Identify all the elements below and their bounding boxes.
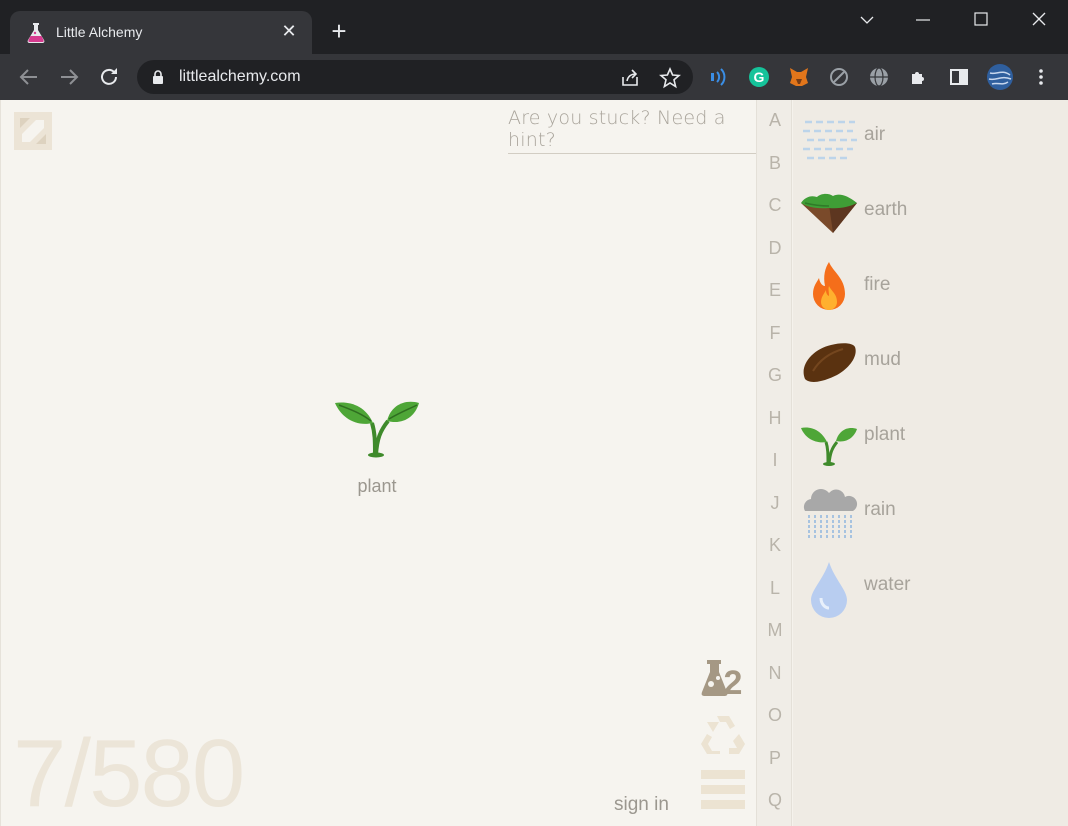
kebab-menu-icon[interactable] bbox=[1029, 65, 1053, 89]
alphabet-letter[interactable]: C bbox=[757, 195, 793, 216]
alphabet-letter[interactable]: N bbox=[757, 663, 793, 684]
plant-icon bbox=[335, 401, 419, 458]
alphabet-letter[interactable]: B bbox=[757, 153, 793, 174]
maximize-icon[interactable] bbox=[966, 8, 996, 32]
library-item-rain[interactable]: rain bbox=[799, 483, 1059, 553]
alphabet-letter[interactable]: I bbox=[757, 450, 793, 471]
air-icon bbox=[803, 120, 857, 160]
tab-close-icon[interactable]: ✕ bbox=[278, 20, 300, 42]
alphabet-letter[interactable]: E bbox=[757, 280, 793, 301]
address-bar[interactable]: littlealchemy.com bbox=[137, 60, 693, 94]
alphabet-letter[interactable]: D bbox=[757, 238, 793, 259]
svg-text:2: 2 bbox=[724, 664, 743, 702]
alphabet-letter[interactable]: A bbox=[757, 110, 793, 131]
side-panel-icon[interactable] bbox=[947, 65, 971, 89]
bookmark-star-icon[interactable] bbox=[659, 67, 681, 89]
hamburger-menu-icon[interactable] bbox=[699, 766, 747, 814]
library-item-label: water bbox=[864, 574, 911, 595]
element-library[interactable]: air earth fire mud plant rain water bbox=[793, 100, 1068, 826]
browser-tab[interactable]: Little Alchemy ✕ bbox=[10, 11, 312, 54]
library-item-plant[interactable]: plant bbox=[799, 408, 1059, 478]
forward-arrow-icon[interactable] bbox=[54, 62, 84, 92]
library-item-air[interactable]: air bbox=[799, 108, 1059, 178]
tab-title: Little Alchemy bbox=[56, 24, 143, 40]
alphabet-letter[interactable]: O bbox=[757, 705, 793, 726]
earth-icon bbox=[801, 193, 857, 233]
alphabet-index: A B C D E F G H I J K L M N O P Q bbox=[756, 100, 792, 826]
little-alchemy-2-icon[interactable]: 2 bbox=[699, 654, 747, 702]
profile-avatar[interactable] bbox=[986, 63, 1014, 91]
clear-workspace-icon[interactable] bbox=[14, 112, 52, 150]
plant-icon bbox=[801, 427, 857, 466]
alphabet-letter[interactable]: G bbox=[757, 365, 793, 386]
library-item-label: earth bbox=[864, 199, 908, 220]
recycle-icon[interactable] bbox=[699, 710, 747, 758]
little-alchemy-page: Are you stuck? Need a hint? plant 7/580 … bbox=[0, 100, 1068, 826]
lock-icon[interactable] bbox=[151, 69, 165, 85]
library-item-label: plant bbox=[864, 424, 906, 445]
browser-toolbar: littlealchemy.com G bbox=[0, 54, 1068, 100]
share-icon[interactable] bbox=[619, 67, 641, 89]
discovery-counter: 7/580 bbox=[13, 720, 245, 826]
workspace-element-plant[interactable]: plant bbox=[331, 383, 423, 497]
workspace[interactable]: Are you stuck? Need a hint? plant 7/580 … bbox=[0, 100, 756, 826]
alphabet-letter[interactable]: K bbox=[757, 535, 793, 556]
globe-extension-icon[interactable] bbox=[867, 65, 891, 89]
library-item-label: fire bbox=[864, 274, 891, 295]
library-item-mud[interactable]: mud bbox=[799, 333, 1059, 403]
read-aloud-extension-icon[interactable] bbox=[706, 65, 730, 89]
svg-text:G: G bbox=[754, 69, 765, 85]
workspace-element-label: plant bbox=[357, 476, 397, 496]
close-window-icon[interactable] bbox=[1024, 8, 1054, 32]
alphabet-letter[interactable]: L bbox=[757, 578, 793, 599]
alphabet-letter[interactable]: M bbox=[757, 620, 793, 641]
alphabet-letter[interactable]: J bbox=[757, 493, 793, 514]
library-item-label: air bbox=[864, 124, 886, 145]
alphabet-letter[interactable]: H bbox=[757, 408, 793, 429]
sign-in-link[interactable]: sign in bbox=[614, 794, 669, 816]
library-item-label: rain bbox=[864, 499, 896, 520]
fire-icon bbox=[813, 262, 845, 310]
reload-icon[interactable] bbox=[94, 62, 124, 92]
flask-icon bbox=[27, 23, 45, 43]
alphabet-letter[interactable]: P bbox=[757, 748, 793, 769]
grammarly-extension-icon[interactable]: G bbox=[747, 65, 771, 89]
alphabet-letter[interactable]: Q bbox=[757, 790, 793, 811]
browser-titlebar: Little Alchemy ✕ + bbox=[0, 0, 1068, 54]
url-text[interactable]: littlealchemy.com bbox=[179, 68, 301, 86]
new-tab-button[interactable]: + bbox=[325, 18, 353, 46]
metamask-fox-icon[interactable] bbox=[787, 65, 811, 89]
library-item-fire[interactable]: fire bbox=[799, 258, 1059, 328]
water-icon bbox=[811, 562, 847, 618]
mud-icon bbox=[803, 343, 856, 382]
minimize-icon[interactable] bbox=[908, 8, 938, 32]
hint-link[interactable]: Are you stuck? Need a hint? bbox=[508, 107, 756, 154]
library-item-water[interactable]: water bbox=[799, 558, 1059, 628]
library-item-label: mud bbox=[864, 349, 901, 370]
blocked-extension-icon[interactable] bbox=[827, 65, 851, 89]
extensions-puzzle-icon[interactable] bbox=[907, 65, 931, 89]
library-item-earth[interactable]: earth bbox=[799, 183, 1059, 253]
alphabet-letter[interactable]: F bbox=[757, 323, 793, 344]
back-arrow-icon[interactable] bbox=[14, 62, 44, 92]
tab-search-icon[interactable] bbox=[852, 8, 882, 32]
rain-icon bbox=[803, 489, 858, 539]
